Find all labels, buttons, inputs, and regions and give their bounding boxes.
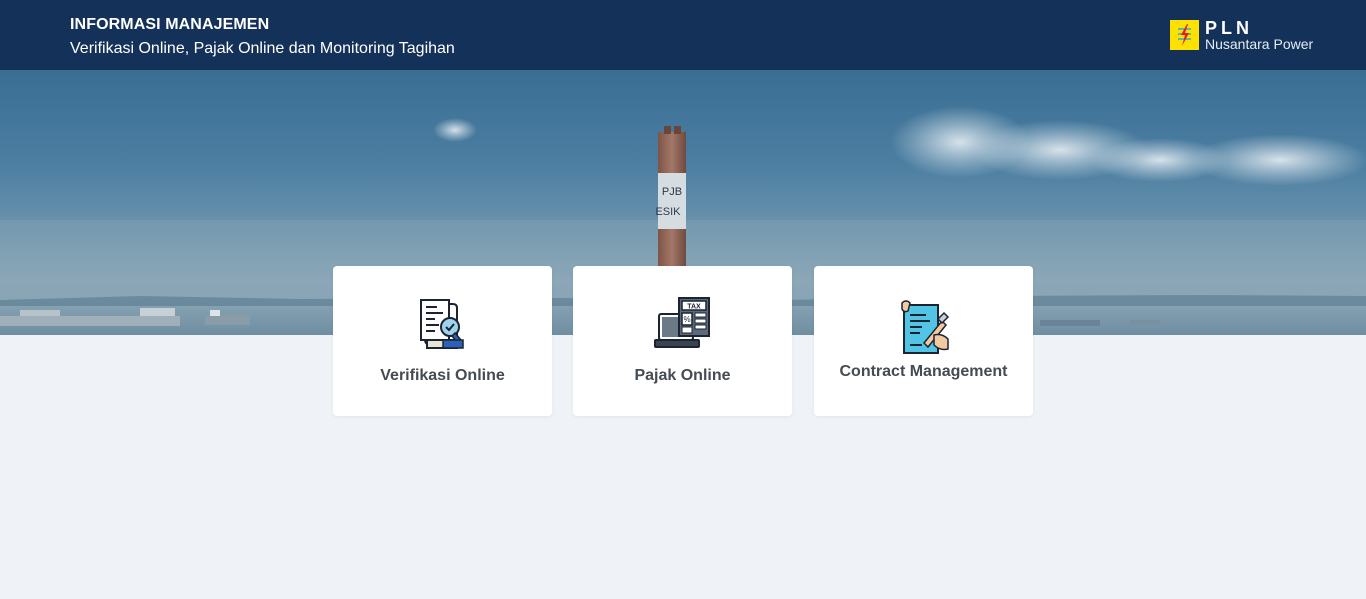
document-verify-icon — [413, 296, 473, 356]
svg-text:TAX: TAX — [687, 304, 701, 311]
page-title: INFORMASI MANAJEMEN — [70, 16, 270, 33]
top-header: INFORMASI MANAJEMEN Verifikasi Online, P… — [0, 0, 1366, 70]
menu-card-label: Contract Management — [839, 363, 1008, 380]
menu-card-verifikasi-online[interactable]: Verifikasi Online — [333, 266, 552, 416]
pln-lightning-icon — [1170, 20, 1199, 50]
menu-cards: Verifikasi Online TAX % Pajak Online Con… — [333, 266, 1033, 416]
menu-card-label: Pajak Online — [634, 367, 731, 384]
brand-subname: Nusantara Power — [1205, 36, 1314, 52]
pln-logo[interactable]: PLN Nusantara Power — [1170, 18, 1320, 53]
chimney-label-bottom: ESIK — [655, 206, 681, 218]
menu-card-label: Verifikasi Online — [380, 367, 505, 384]
chimney-label-top: PJB — [662, 186, 682, 198]
tax-calculator-icon: TAX % — [653, 296, 713, 356]
page-subtitle: Verifikasi Online, Pajak Online dan Moni… — [70, 40, 455, 57]
menu-card-contract-management[interactable]: Contract Management — [814, 266, 1033, 416]
contract-sign-icon — [894, 299, 954, 359]
svg-text:%: % — [683, 315, 690, 324]
menu-card-pajak-online[interactable]: TAX % Pajak Online — [573, 266, 792, 416]
